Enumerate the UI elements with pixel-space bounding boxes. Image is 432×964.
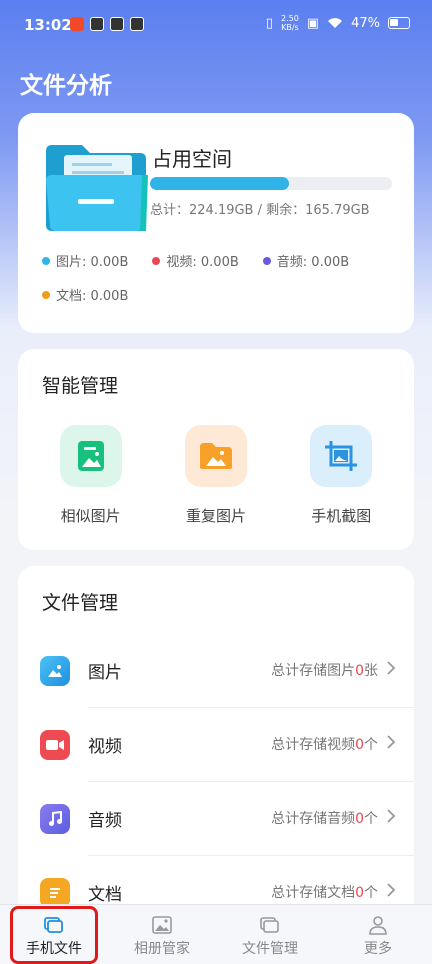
tab-more[interactable]: 更多	[324, 905, 432, 964]
folder-icon	[260, 917, 279, 933]
legend-item-document: 文档: 0.00B	[42, 285, 128, 304]
net-speed: 2.50 KB/s	[280, 14, 299, 32]
row-detail: 总计存储图片0张	[271, 663, 378, 679]
chevron-right-icon	[387, 735, 396, 749]
page-title: 文件分析	[20, 73, 112, 99]
battery-icon	[388, 17, 410, 29]
audio-icon	[40, 804, 70, 834]
storage-legend: 图片: 0.00B 视频: 0.00B 音频: 0.00B	[42, 251, 349, 270]
folder-illustration-icon	[46, 145, 148, 231]
album-icon	[152, 916, 172, 934]
file-row-images[interactable]: 图片 总计存储图片0张	[18, 634, 414, 708]
section-title: 文件管理	[42, 592, 119, 614]
file-management-card: 文件管理 图片 总计存储图片0张 视频 总计存储视频0个 音频 总计存储音频0个…	[18, 566, 414, 926]
person-icon	[369, 916, 387, 935]
app-notification-icon	[130, 17, 144, 31]
tab-album[interactable]: 相册管家	[108, 905, 216, 964]
section-title: 智能管理	[42, 375, 119, 397]
storage-card: 占用空间 总计：224.19GB / 剩余：165.79GB 图片: 0.00B…	[18, 113, 414, 333]
similar-image-icon	[59, 425, 122, 487]
storage-totals: 总计：224.19GB / 剩余：165.79GB	[150, 203, 370, 218]
file-row-audio[interactable]: 音频 总计存储音频0个	[18, 782, 414, 856]
row-detail: 总计存储视频0个	[271, 737, 378, 753]
battery-percent: 47%	[351, 15, 380, 31]
legend-dot	[152, 256, 161, 265]
legend-item-audio: 音频: 0.00B	[262, 251, 349, 270]
duplicate-images-button[interactable]: 重复图片	[161, 425, 271, 526]
app-notification-icon	[70, 17, 84, 31]
storage-progress-bar	[150, 177, 392, 190]
chevron-right-icon	[387, 661, 396, 675]
chevron-right-icon	[387, 809, 396, 823]
video-icon	[40, 730, 70, 760]
row-detail: 总计存储文档0个	[271, 885, 378, 901]
sim-icon: ▣	[306, 15, 320, 31]
image-icon	[40, 656, 70, 686]
notification-icons	[70, 17, 144, 31]
legend-dot	[42, 256, 50, 265]
screenshots-button[interactable]: 手机截图	[286, 425, 396, 526]
smart-management-card: 智能管理 相似图片 重复图片 手机截图	[18, 349, 414, 550]
legend-dot	[42, 290, 50, 299]
wifi-icon	[328, 18, 343, 28]
legend-item-image: 图片: 0.00B	[42, 251, 128, 270]
storage-progress-fill	[150, 177, 290, 190]
file-row-videos[interactable]: 视频 总计存储视频0个	[18, 708, 414, 782]
storage-title: 占用空间	[152, 147, 232, 171]
highlight-box	[10, 906, 98, 964]
status-time: 13:02	[24, 16, 72, 34]
legend-item-video: 视频: 0.00B	[152, 251, 239, 270]
screenshot-icon	[310, 425, 373, 487]
similar-images-button[interactable]: 相似图片	[36, 425, 146, 526]
app-notification-icon	[90, 17, 104, 31]
tab-file-management[interactable]: 文件管理	[216, 905, 324, 964]
chevron-right-icon	[387, 883, 396, 897]
vibrate-icon: ▯	[265, 15, 273, 31]
duplicate-image-icon	[184, 425, 247, 487]
legend-dot	[262, 256, 271, 265]
row-detail: 总计存储音频0个	[271, 811, 378, 827]
status-bar: 13:02 ▯ 2.50 KB/s ▣ 47%	[0, 0, 432, 50]
app-notification-icon	[110, 17, 124, 31]
